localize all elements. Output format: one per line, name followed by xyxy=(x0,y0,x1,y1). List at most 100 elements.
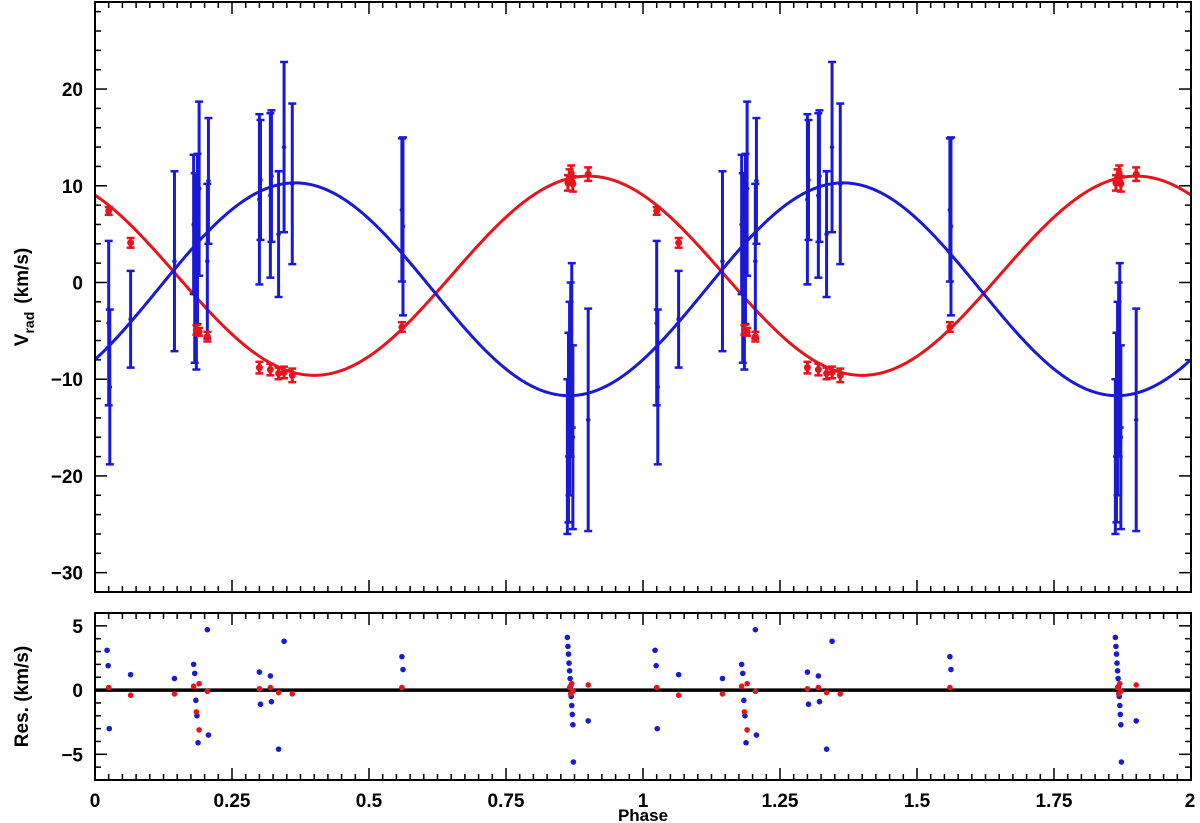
primary-data-point xyxy=(569,180,577,188)
secondary-residual-point xyxy=(1113,643,1119,650)
secondary-residual-point xyxy=(205,732,212,738)
radial-velocity-figure: 20100−10−20−30 50−50 0.25 0.5 0.75 1 1.25 1.5 1… xyxy=(12,1,1196,823)
primary-data-point xyxy=(255,364,263,372)
secondary-data-point xyxy=(269,173,274,179)
primary-residual-point xyxy=(741,709,748,715)
secondary-residual-point xyxy=(105,662,111,669)
secondary-data-point xyxy=(720,258,725,264)
bottom-y-tick-label: 0 xyxy=(72,681,83,702)
primary-residual-point xyxy=(815,684,822,691)
secondary-residual-point xyxy=(585,718,591,724)
secondary-residual-point xyxy=(1113,651,1120,657)
top-y-tick-label: 20 xyxy=(62,80,83,101)
secondary-residual-point xyxy=(204,626,211,633)
primary-data-point xyxy=(743,328,751,336)
secondary-residual-point xyxy=(752,626,759,633)
secondary-residual-point xyxy=(570,721,576,728)
secondary-residual-point xyxy=(675,671,682,678)
secondary-residual-point xyxy=(569,711,576,718)
secondary-data-point xyxy=(1133,417,1139,423)
secondary-residual-point xyxy=(399,653,405,660)
secondary-residual-point xyxy=(566,668,573,674)
secondary-residual-point xyxy=(171,675,178,682)
primary-residual-point xyxy=(568,680,575,687)
primary-residual-point xyxy=(1116,680,1123,687)
x-tick-label: 2 xyxy=(1185,791,1196,812)
primary-residual-point xyxy=(204,688,211,695)
secondary-residual-point xyxy=(1118,721,1124,728)
secondary-residual-point xyxy=(816,698,823,705)
primary-residual-point xyxy=(256,685,263,692)
primary-residual-point xyxy=(196,680,202,687)
secondary-residual-point xyxy=(256,669,263,675)
primary-residual-point xyxy=(823,689,830,696)
primary-data-point xyxy=(398,323,406,331)
secondary-data-point xyxy=(281,144,287,150)
primary-residual-point xyxy=(719,691,726,697)
secondary-data-point xyxy=(107,384,113,390)
secondary-residual-point xyxy=(565,643,571,650)
primary-residual-point xyxy=(171,691,178,697)
primary-residual-point xyxy=(570,688,576,695)
primary-data-point xyxy=(836,371,844,379)
secondary-residual-point xyxy=(268,698,275,705)
x-tick-label: 0.75 xyxy=(488,791,525,812)
primary-residual-point xyxy=(105,684,112,691)
secondary-residual-point xyxy=(104,647,110,654)
primary-data-point xyxy=(266,366,274,374)
secondary-residual-point xyxy=(568,702,575,709)
y-axis-label-top-main: Vrad (km/s) xyxy=(12,248,37,346)
primary-data-point xyxy=(280,368,288,376)
secondary-residual-point xyxy=(743,739,749,746)
secondary-residual-point xyxy=(275,746,282,752)
secondary-residual-point xyxy=(564,634,571,641)
primary-residual-point xyxy=(837,691,844,697)
secondary-data-point xyxy=(196,186,202,191)
secondary-data-point xyxy=(829,144,835,150)
secondary-residual-point xyxy=(191,670,198,677)
secondary-residual-point xyxy=(753,732,760,738)
secondary-data-point xyxy=(172,258,177,264)
secondary-residual-point xyxy=(654,725,661,732)
secondary-residual-point xyxy=(106,725,113,732)
top-frame xyxy=(94,1,1192,593)
secondary-residual-point xyxy=(653,662,659,669)
y-axis-label-v: V xyxy=(12,333,33,346)
secondary-residual-point xyxy=(1112,634,1119,641)
x-tick-label: 1.5 xyxy=(904,791,931,812)
secondary-residual-point xyxy=(281,638,287,645)
primary-residual-point xyxy=(744,680,750,687)
primary-residual-point xyxy=(193,709,200,715)
secondary-residual-point xyxy=(815,673,822,679)
primary-data-point xyxy=(1132,170,1140,178)
secondary-data-point xyxy=(837,181,843,187)
secondary-data-point xyxy=(806,177,811,183)
secondary-data-point xyxy=(400,224,406,229)
x-tick-label: 0.25 xyxy=(214,791,251,812)
secondary-residual-point xyxy=(1133,718,1139,724)
secondary-residual-point xyxy=(738,661,745,668)
primary-data-point xyxy=(195,328,203,336)
secondary-data-point xyxy=(817,173,822,179)
top-y-tick-label: −20 xyxy=(51,467,83,488)
secondary-residual-point xyxy=(1116,702,1123,709)
primary-data-point xyxy=(946,323,954,331)
primary-data-point xyxy=(203,333,211,341)
x-axis-label: Phase xyxy=(618,806,668,823)
secondary-data-point xyxy=(1118,434,1124,440)
primary-data-point xyxy=(584,170,592,178)
secondary-data-point xyxy=(289,181,295,187)
primary-data-point xyxy=(653,207,661,215)
primary-data-point xyxy=(127,239,135,247)
secondary-residual-point xyxy=(267,673,274,679)
secondary-residual-point xyxy=(190,661,197,668)
primary-data-point xyxy=(1117,180,1125,188)
top-y-tick-label: 10 xyxy=(62,177,83,198)
secondary-residual-point xyxy=(652,647,658,654)
x-tick-label: 0 xyxy=(90,791,101,812)
secondary-data-point xyxy=(948,224,954,229)
secondary-data-point xyxy=(570,434,576,440)
velocity-panel: 20 10 0 −10 −20 −30 xyxy=(51,1,1193,593)
primary-residual-point xyxy=(190,683,197,690)
secondary-data-point xyxy=(128,316,133,322)
